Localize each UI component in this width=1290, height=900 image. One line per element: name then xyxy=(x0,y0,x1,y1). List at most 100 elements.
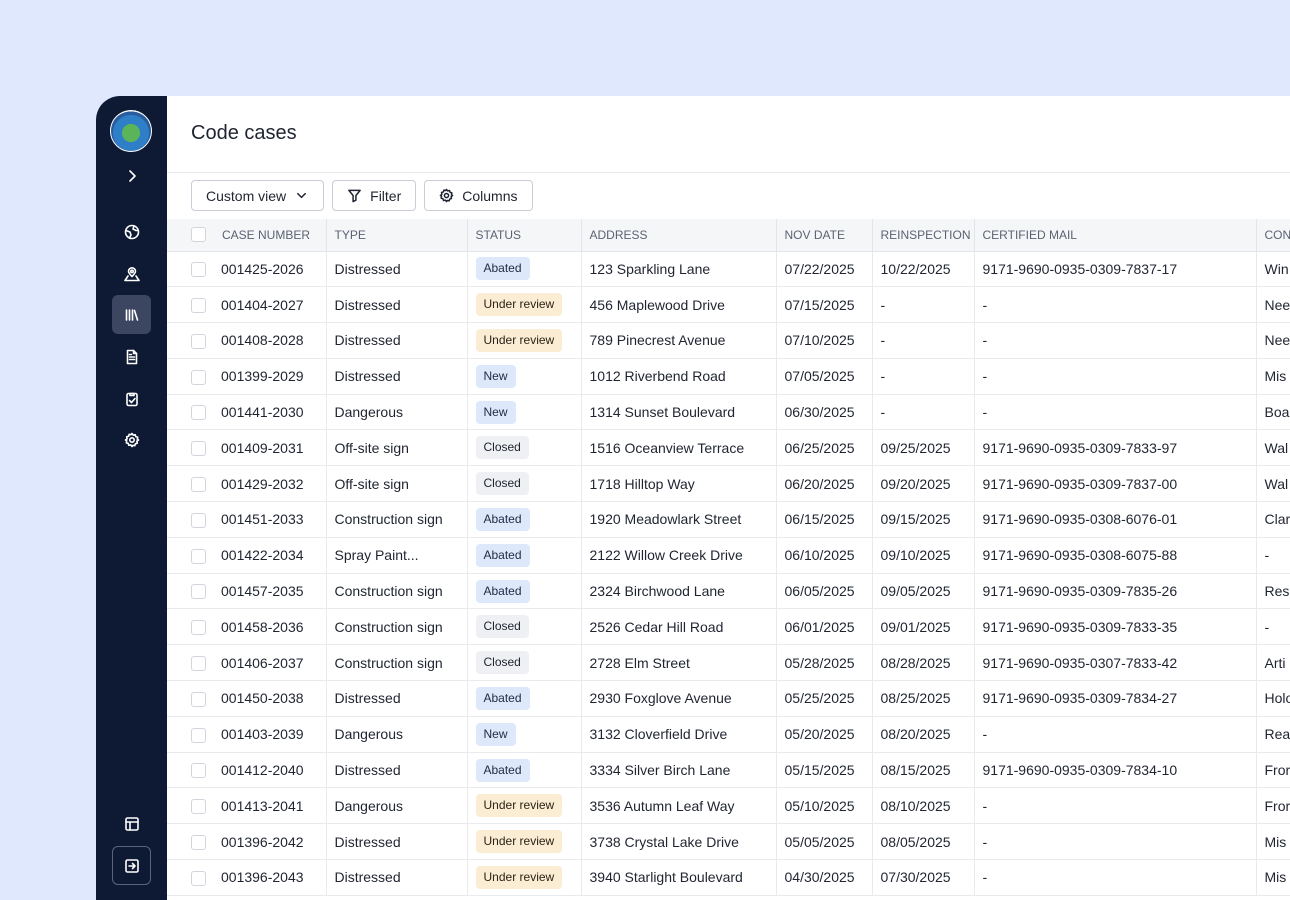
filter-label: Filter xyxy=(370,187,402,204)
chevron-down-icon xyxy=(297,192,307,199)
custom-view-dropdown[interactable]: Custom view xyxy=(191,180,325,211)
cell-certified-mail: - xyxy=(974,358,1257,395)
sidebar-item-dashboard[interactable] xyxy=(112,212,151,251)
row-select-cell xyxy=(167,752,214,789)
row-select-cell xyxy=(167,322,214,359)
table-row[interactable]: 001450-2038 Distressed Abated 2930 Foxglove… xyxy=(167,680,1290,717)
cell-reinspection: 08/10/2025 xyxy=(872,787,975,825)
cell-address: 2930 Foxglove Avenue xyxy=(581,680,777,717)
row-checkbox[interactable] xyxy=(191,727,206,743)
filter-button[interactable]: Filter xyxy=(332,180,417,211)
backdrop xyxy=(0,0,1290,96)
sidebar-item-tasks[interactable] xyxy=(112,379,151,418)
cell-certified-mail: 9171-9690-0935-0307-7833-42 xyxy=(974,644,1257,682)
table-row[interactable]: 001412-2040 Distressed Abated 3334 Silver B… xyxy=(167,752,1290,789)
cell-contact: Holo xyxy=(1256,680,1290,717)
table-row[interactable]: 001457-2035 Construction sign Abated 2324 B… xyxy=(167,573,1290,610)
cell-reinspection: 09/10/2025 xyxy=(872,537,975,574)
row-checkbox[interactable] xyxy=(191,262,206,278)
column-header-nov-date[interactable]: NOV DATE xyxy=(776,219,873,252)
row-checkbox[interactable] xyxy=(191,799,206,815)
cell-address: 3132 Cloverfield Drive xyxy=(581,716,777,753)
status-badge: Closed xyxy=(475,651,529,675)
columns-button[interactable]: Columns xyxy=(424,180,533,211)
sidebar-item-layout[interactable] xyxy=(112,804,151,843)
row-checkbox[interactable] xyxy=(191,584,206,600)
column-header-status[interactable]: STATUS xyxy=(467,219,582,252)
column-header-case-number[interactable]: CASE NUMBER xyxy=(214,219,327,252)
cell-contact: Mis xyxy=(1256,823,1290,861)
row-checkbox[interactable] xyxy=(191,620,206,636)
cell-type: Distressed xyxy=(326,322,468,359)
row-checkbox[interactable] xyxy=(191,835,206,851)
gear-icon xyxy=(124,432,139,447)
cell-address: 3738 Crystal Lake Drive xyxy=(581,823,777,861)
custom-view-label: Custom view xyxy=(206,187,287,204)
row-select-cell xyxy=(167,644,214,682)
row-checkbox[interactable] xyxy=(191,441,206,457)
table-row[interactable]: 001451-2033 Construction sign Abated 1920 M… xyxy=(167,501,1290,538)
cell-case-number: 001457-2035 xyxy=(214,573,327,610)
cell-type: Dangerous xyxy=(326,394,468,431)
row-checkbox[interactable] xyxy=(191,477,206,493)
main-content: Code cases Custom view Filter Columns CA… xyxy=(167,96,1290,900)
sidebar-logout-button[interactable] xyxy=(112,846,151,885)
table-row[interactable]: 001458-2036 Construction sign Closed 2526 C… xyxy=(167,608,1290,646)
cell-case-number: 001396-2042 xyxy=(214,823,327,861)
column-header-type[interactable]: TYPE xyxy=(326,219,468,252)
cell-certified-mail: 9171-9690-0935-0309-7834-10 xyxy=(974,752,1257,789)
table-row[interactable]: 001441-2030 Dangerous New 1314 Sunset Boule… xyxy=(167,394,1290,431)
cell-certified-mail: - xyxy=(974,787,1257,825)
row-checkbox[interactable] xyxy=(191,691,206,707)
row-checkbox[interactable] xyxy=(191,763,206,779)
cell-nov-date: 05/10/2025 xyxy=(776,787,873,825)
table-row[interactable]: 001409-2031 Off-site sign Closed 1516 Ocean… xyxy=(167,429,1290,467)
cell-status: Abated xyxy=(467,501,582,538)
column-header-contact[interactable]: CON xyxy=(1256,219,1290,252)
cell-type: Distressed xyxy=(326,859,468,896)
cell-case-number: 001403-2039 xyxy=(214,716,327,753)
row-checkbox[interactable] xyxy=(191,298,206,314)
cell-status: Abated xyxy=(467,752,582,789)
cell-nov-date: 06/30/2025 xyxy=(776,394,873,431)
table-row[interactable]: 001406-2037 Construction sign Closed 2728 E… xyxy=(167,644,1290,682)
row-checkbox[interactable] xyxy=(191,405,206,421)
cell-reinspection: 08/25/2025 xyxy=(872,680,975,717)
cell-case-number: 001404-2027 xyxy=(214,286,327,324)
table-row[interactable]: 001413-2041 Dangerous Under review 3536 Aut… xyxy=(167,787,1290,825)
status-badge: New xyxy=(475,722,516,746)
row-checkbox[interactable] xyxy=(191,369,206,385)
select-all-checkbox[interactable] xyxy=(191,227,206,243)
table-row[interactable]: 001396-2042 Distressed Under review 3738 Cr… xyxy=(167,823,1290,861)
row-checkbox[interactable] xyxy=(191,512,206,528)
table-row[interactable]: 001396-2043 Distressed Under review 3940 St… xyxy=(167,859,1290,896)
cell-status: Under review xyxy=(467,286,582,324)
column-header-reinspection[interactable]: REINSPECTION xyxy=(872,219,975,252)
row-checkbox[interactable] xyxy=(191,656,206,672)
table-row[interactable]: 001404-2027 Distressed Under review 456 Map… xyxy=(167,286,1290,324)
table-row[interactable]: 001429-2032 Off-site sign Closed 1718 Hillt… xyxy=(167,465,1290,503)
cell-case-number: 001429-2032 xyxy=(214,465,327,503)
cell-certified-mail: 9171-9690-0935-0309-7835-26 xyxy=(974,573,1257,610)
status-badge: Closed xyxy=(475,436,529,460)
sidebar-item-library[interactable] xyxy=(112,295,151,334)
sidebar-item-settings[interactable] xyxy=(112,420,151,459)
sidebar xyxy=(96,96,167,900)
table-row[interactable]: 001422-2034 Spray Paint... Abated 2122 Will… xyxy=(167,537,1290,574)
row-checkbox[interactable] xyxy=(191,548,206,564)
sidebar-item-documents[interactable] xyxy=(112,337,151,376)
column-header-address[interactable]: ADDRESS xyxy=(581,219,777,252)
table-row[interactable]: 001425-2026 Distressed Abated 123 Sparkling… xyxy=(167,251,1290,288)
table-row[interactable]: 001399-2029 Distressed New 1012 Riverbend R… xyxy=(167,358,1290,395)
column-header-certified-mail[interactable]: CERTIFIED MAIL xyxy=(974,219,1257,252)
cell-reinspection: 08/05/2025 xyxy=(872,823,975,861)
row-checkbox[interactable] xyxy=(191,333,206,349)
sidebar-expand-button[interactable] xyxy=(112,156,151,195)
sidebar-item-map[interactable] xyxy=(112,254,151,293)
table-row[interactable]: 001403-2039 Dangerous New 3132 Cloverfield … xyxy=(167,716,1290,753)
cell-address: 1012 Riverbend Road xyxy=(581,358,777,395)
row-checkbox[interactable] xyxy=(191,870,206,886)
cell-type: Distressed xyxy=(326,251,468,288)
table-row[interactable]: 001408-2028 Distressed Under review 789 Pin… xyxy=(167,322,1290,359)
cell-case-number: 001458-2036 xyxy=(214,608,327,646)
